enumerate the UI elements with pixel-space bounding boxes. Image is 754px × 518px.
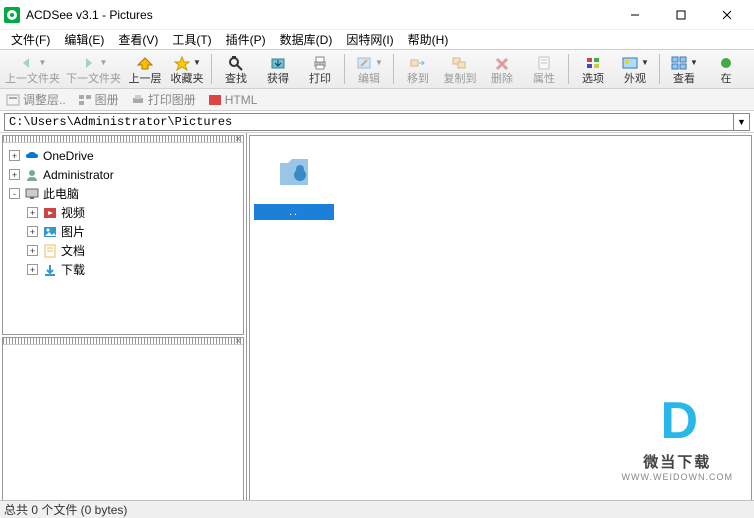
edit-icon: ▼ <box>355 53 383 73</box>
menu-v[interactable]: 查看(V) <box>111 29 165 50</box>
options-icon <box>584 53 602 73</box>
expand-toggle[interactable]: + <box>27 226 38 237</box>
path-dropdown[interactable]: ▼ <box>734 113 750 131</box>
props-icon <box>535 53 553 73</box>
tree-node-docs[interactable]: +文档 <box>5 241 241 260</box>
at-icon <box>717 53 735 73</box>
expand-toggle[interactable]: + <box>9 169 20 180</box>
acquire-icon <box>269 53 287 73</box>
toolbar-acquire-button[interactable]: 获得 <box>257 51 299 87</box>
find-icon <box>227 53 245 73</box>
toolbar-up-button[interactable]: 上一层 <box>124 51 166 87</box>
video-icon <box>42 205 58 221</box>
toolbar-view-button[interactable]: ▼外观 <box>614 51 656 87</box>
expand-toggle[interactable]: + <box>27 264 38 275</box>
toolbar-at-button[interactable]: 在 <box>705 51 747 87</box>
slide-icon: ▼ <box>670 53 698 73</box>
toolbar-find-button[interactable]: 查找 <box>215 51 257 87</box>
fwd-icon: ▼ <box>80 53 108 73</box>
file-list-pane[interactable]: .. D 微当下载 WWW.WEIDOWN.COM <box>249 135 752 507</box>
subtool-1[interactable]: 图册 <box>78 91 119 108</box>
back-icon: ▼ <box>19 53 47 73</box>
subtool-3[interactable]: HTML <box>208 93 258 107</box>
close-button[interactable] <box>704 0 750 30</box>
up-icon <box>136 53 154 73</box>
subtool-2[interactable]: 打印图册 <box>131 91 196 108</box>
path-input[interactable] <box>4 113 734 131</box>
tree-node-onedrive[interactable]: +OneDrive <box>5 146 241 165</box>
window-title: ACDSee v3.1 - Pictures <box>26 8 612 22</box>
expand-toggle[interactable]: - <box>9 188 20 199</box>
toolbar-print-button[interactable]: 打印 <box>299 51 341 87</box>
fav-icon: ▼ <box>173 53 201 73</box>
parent-folder-item[interactable]: .. <box>254 140 334 220</box>
toolbar-edit-button: ▼编辑 <box>348 51 390 87</box>
subtool-0[interactable]: 调整层.. <box>6 91 66 108</box>
print-icon <box>311 53 329 73</box>
app-icon <box>4 7 20 23</box>
toolbar-props-button: 属性 <box>523 51 565 87</box>
docs-icon <box>42 243 58 259</box>
user-icon <box>24 167 40 183</box>
preview-panel-grip[interactable]: × <box>3 338 243 345</box>
toolbar-options-button[interactable]: 选项 <box>572 51 614 87</box>
delete-icon <box>493 53 511 73</box>
tree-node-user[interactable]: +Administrator <box>5 165 241 184</box>
pc-icon <box>24 186 40 202</box>
status-text: 总共 0 个文件 (0 bytes) <box>4 501 127 518</box>
expand-toggle[interactable]: + <box>27 207 38 218</box>
onedrive-icon <box>24 148 40 164</box>
toolbar-back-button: ▼上一文件夹 <box>2 51 63 87</box>
move-icon <box>409 53 427 73</box>
close-icon[interactable]: × <box>235 336 241 347</box>
pics-icon <box>42 224 58 240</box>
toolbar-slide-button[interactable]: ▼查看 <box>663 51 705 87</box>
expand-toggle[interactable]: + <box>9 150 20 161</box>
dl-icon <box>42 262 58 278</box>
expand-toggle[interactable]: + <box>27 245 38 256</box>
menu-t[interactable]: 工具(T) <box>165 29 218 50</box>
menu-p[interactable]: 插件(P) <box>219 29 273 50</box>
tree-node-pc[interactable]: -此电脑 <box>5 184 241 203</box>
folder-up-icon <box>254 140 334 202</box>
tree-panel-grip[interactable]: × <box>3 136 243 143</box>
menu-e[interactable]: 编辑(E) <box>57 29 111 50</box>
menu-h[interactable]: 帮助(H) <box>401 29 456 50</box>
menu-f[interactable]: 文件(F) <box>4 29 57 50</box>
maximize-button[interactable] <box>658 0 704 30</box>
copy-icon <box>451 53 469 73</box>
watermark: D 微当下载 WWW.WEIDOWN.COM <box>622 391 733 482</box>
tree-node-dl[interactable]: +下载 <box>5 260 241 279</box>
tree-node-pics[interactable]: +图片 <box>5 222 241 241</box>
toolbar-fav-button[interactable]: ▼收藏夹 <box>166 51 208 87</box>
menu-d[interactable]: 数据库(D) <box>273 29 340 50</box>
close-icon[interactable]: × <box>235 134 241 145</box>
tree-node-video[interactable]: +视频 <box>5 203 241 222</box>
toolbar-move-button: 移到 <box>397 51 439 87</box>
thumb-caption: .. <box>254 204 334 220</box>
toolbar-copy-button: 复制到 <box>439 51 481 87</box>
minimize-button[interactable] <box>612 0 658 30</box>
menu-i[interactable]: 因特网(I) <box>339 29 400 50</box>
view-icon: ▼ <box>621 53 649 73</box>
toolbar-delete-button: 删除 <box>481 51 523 87</box>
toolbar-fwd-button: ▼下一文件夹 <box>63 51 124 87</box>
